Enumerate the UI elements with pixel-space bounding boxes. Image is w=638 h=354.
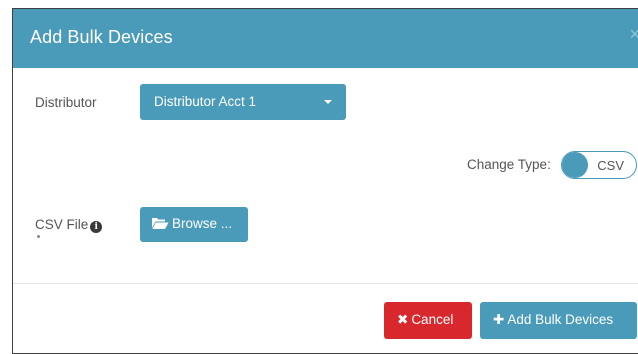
close-icon[interactable]: × xyxy=(629,25,638,43)
change-type-value: CSV xyxy=(597,158,624,173)
csv-file-label: CSV File i xyxy=(35,217,103,233)
distributor-dropdown[interactable]: Distributor Acct 1 xyxy=(140,84,346,120)
footer-divider xyxy=(13,283,638,284)
times-icon: ✖ xyxy=(397,312,409,327)
add-bulk-devices-modal: Add Bulk Devices × Distributor Distribut… xyxy=(12,8,638,354)
change-type-label: Change Type: xyxy=(467,157,551,172)
csv-file-label-text: CSV File xyxy=(35,217,89,232)
change-type-toggle[interactable]: CSV xyxy=(561,151,637,179)
toggle-knob xyxy=(562,152,588,178)
folder-open-icon xyxy=(151,217,169,233)
modal-title: Add Bulk Devices xyxy=(30,27,173,47)
add-bulk-devices-button-label: Add Bulk Devices xyxy=(507,312,614,327)
distributor-label: Distributor xyxy=(35,95,97,110)
required-marker xyxy=(37,235,40,238)
add-bulk-devices-button[interactable]: ✚ Add Bulk Devices xyxy=(480,302,637,339)
cancel-button-label: Cancel xyxy=(411,312,454,327)
browse-button-label: Browse ... xyxy=(172,216,233,231)
browse-button[interactable]: Browse ... xyxy=(140,207,248,242)
distributor-selected-value: Distributor Acct 1 xyxy=(154,94,257,109)
info-icon[interactable]: i xyxy=(90,221,103,233)
cancel-button[interactable]: ✖ Cancel xyxy=(384,302,472,339)
chevron-down-icon xyxy=(324,100,332,104)
plus-icon: ✚ xyxy=(493,312,505,327)
modal-header: Add Bulk Devices × xyxy=(13,9,638,68)
